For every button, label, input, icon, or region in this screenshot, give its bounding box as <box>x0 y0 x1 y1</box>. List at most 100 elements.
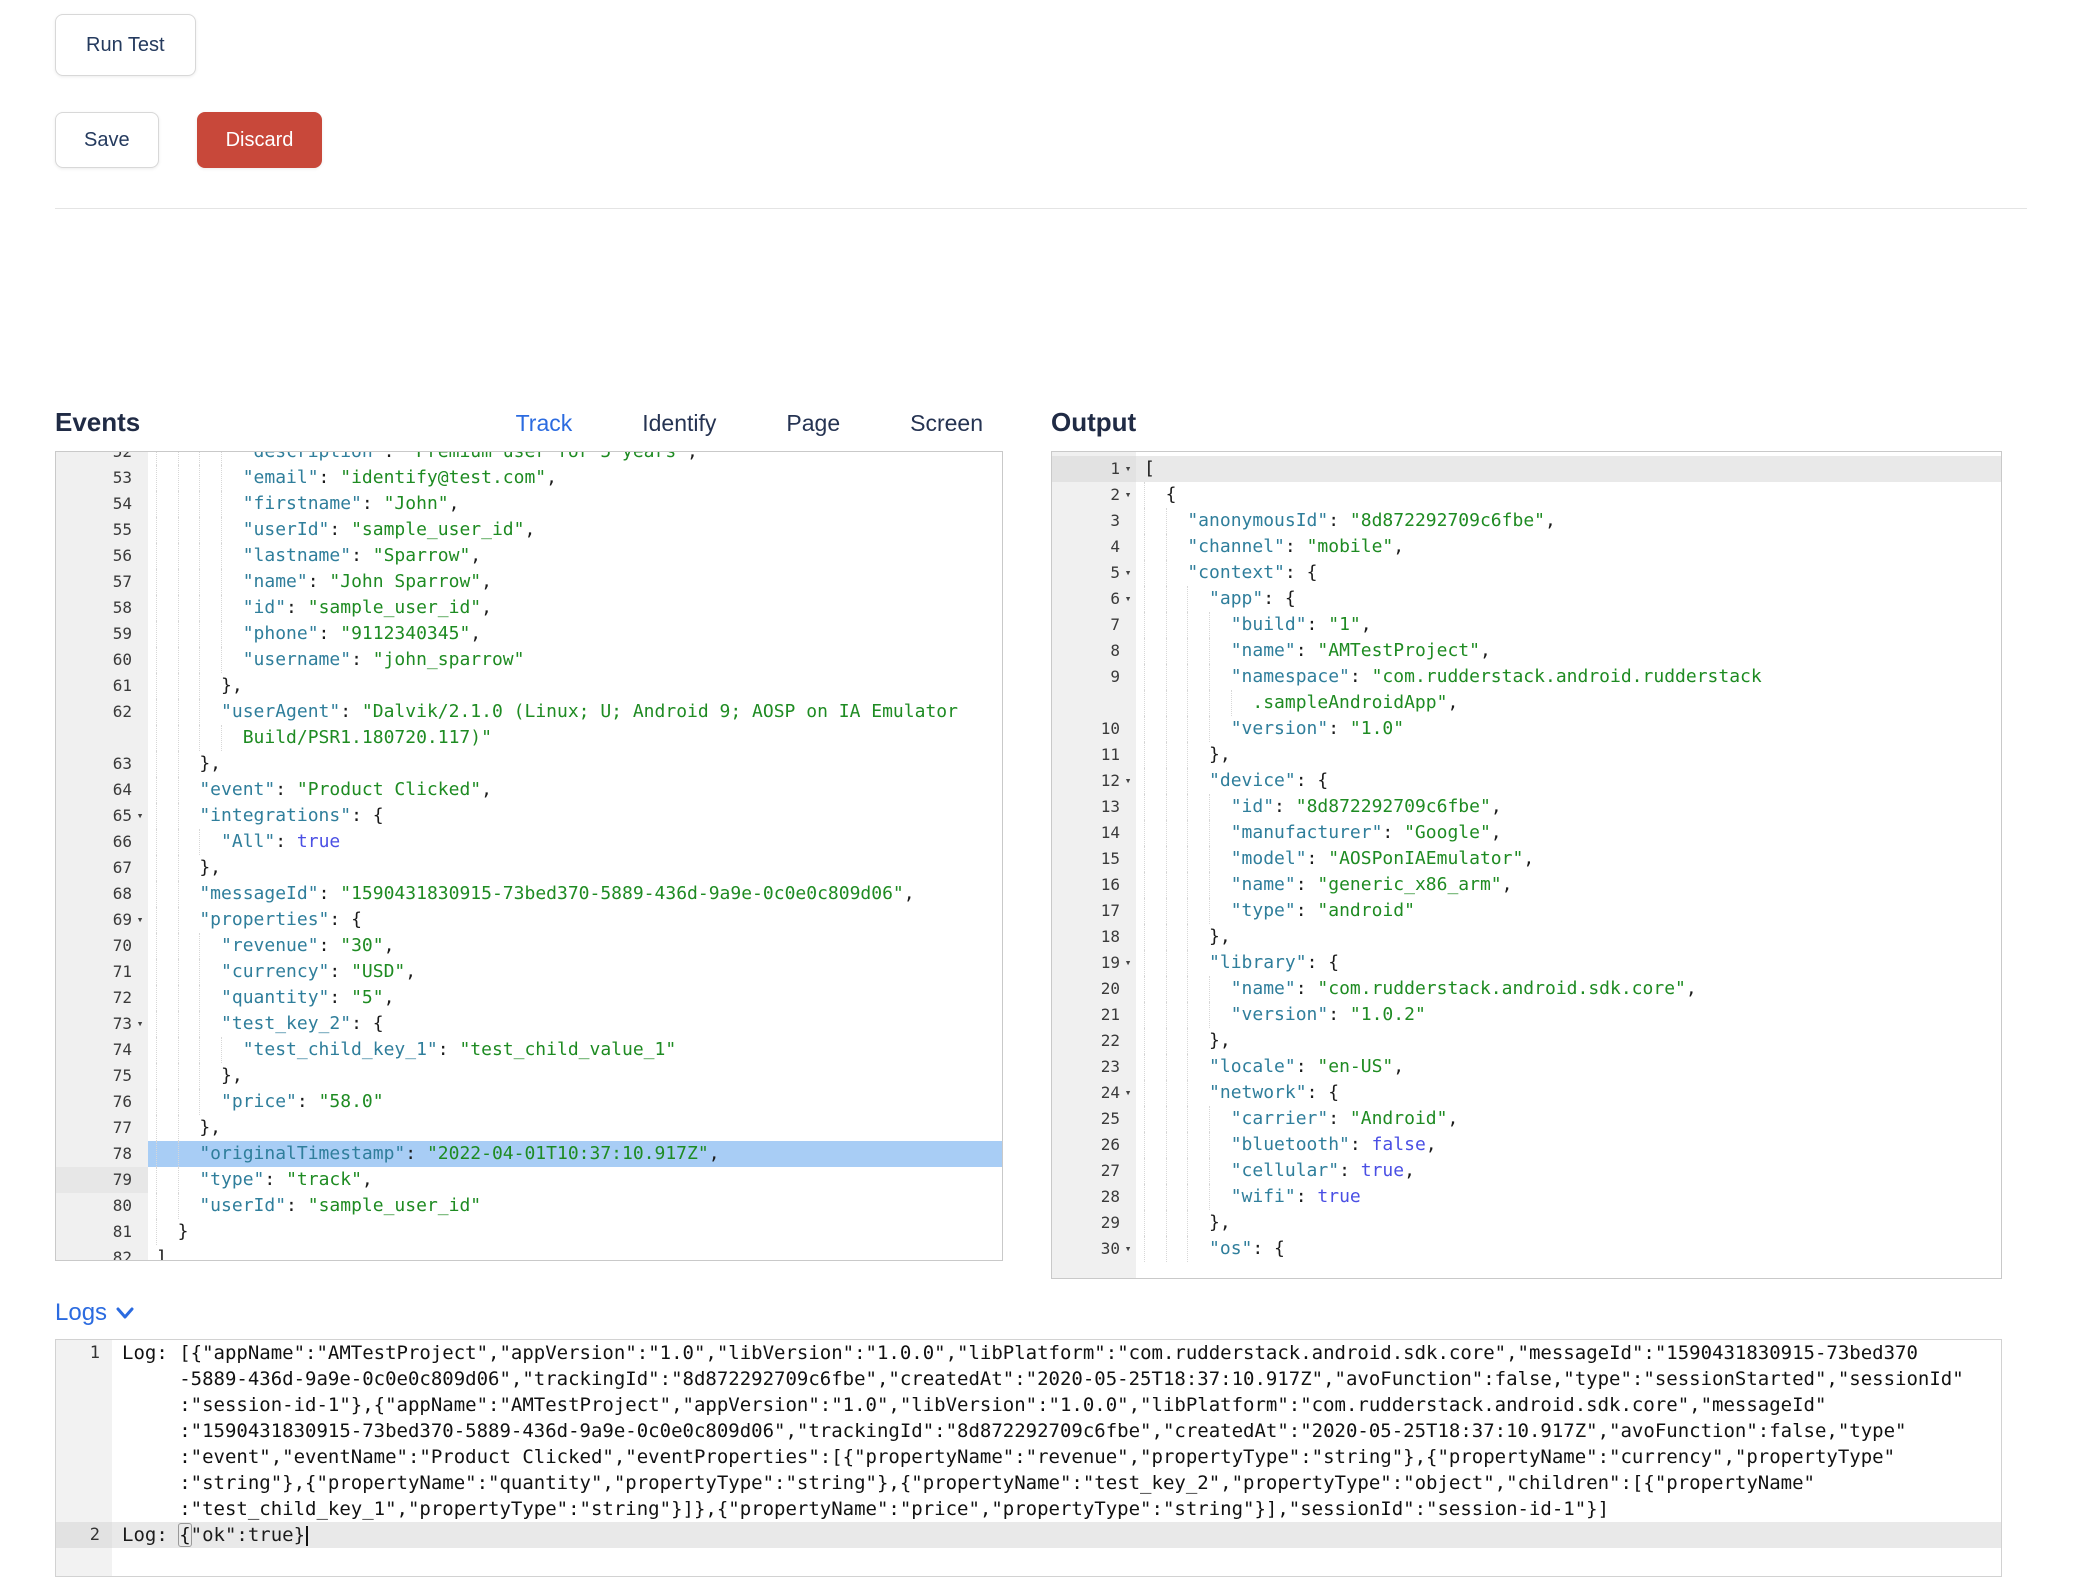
logs-toggle[interactable]: Logs <box>55 1299 135 1327</box>
line-number: 26 <box>1052 1132 1136 1158</box>
indent-guide <box>1166 1158 1188 1184</box>
events-editor[interactable]: 52"description": "Premium user for 5 yea… <box>55 451 1003 1261</box>
run-test-button[interactable]: Run Test <box>55 14 196 76</box>
code-line: "device": { <box>1136 768 2001 794</box>
discard-button[interactable]: Discard <box>197 112 323 168</box>
logs-editor[interactable]: 1Log: [{"appName":"AMTestProject","appVe… <box>55 1339 2002 1577</box>
code-line: "carrier": "Android", <box>1136 1106 2001 1132</box>
fold-arrow-icon[interactable]: ▾ <box>1120 1080 1136 1106</box>
fold-arrow-icon[interactable]: ▾ <box>1120 482 1136 508</box>
line-number: 10 <box>1052 716 1136 742</box>
log-line-number <box>56 1470 112 1496</box>
fold-arrow-icon[interactable]: ▾ <box>1120 768 1136 794</box>
fold-arrow-icon[interactable]: ▾ <box>132 907 148 933</box>
indent-guide <box>1187 612 1209 638</box>
editor-row: 60"username": "john_sparrow" <box>56 647 1002 673</box>
indent-guide <box>199 543 221 569</box>
code-line: "name": "AMTestProject", <box>1136 638 2001 664</box>
log-text: :"test_child_key_1","propertyType":"stri… <box>112 1496 2001 1522</box>
indent-guide <box>1209 1132 1231 1158</box>
log-row: 1Log: [{"appName":"AMTestProject","appVe… <box>56 1340 2001 1366</box>
indent-guide <box>156 1011 178 1037</box>
indent-guide <box>178 595 200 621</box>
fold-arrow-icon[interactable]: ▾ <box>132 803 148 829</box>
fold-arrow-icon[interactable]: ▾ <box>1120 560 1136 586</box>
line-number: 21 <box>1052 1002 1136 1028</box>
indent-guide <box>199 465 221 491</box>
fold-arrow-icon[interactable]: ▾ <box>1120 950 1136 976</box>
line-number: 52 <box>56 451 148 465</box>
line-number: 15 <box>1052 846 1136 872</box>
line-number: 12▾ <box>1052 768 1136 794</box>
fold-arrow-icon[interactable]: ▾ <box>1120 1236 1136 1262</box>
indent-guide <box>178 985 200 1011</box>
indent-guide <box>178 569 200 595</box>
editor-row: 5▾"context": { <box>1052 560 2001 586</box>
tab-page[interactable]: Page <box>786 410 840 437</box>
save-button[interactable]: Save <box>55 112 159 168</box>
indent-guide <box>156 933 178 959</box>
indent-guide <box>1166 1106 1188 1132</box>
code-line: "channel": "mobile", <box>1136 534 2001 560</box>
indent-guide <box>156 451 178 465</box>
indent-guide <box>1209 794 1231 820</box>
code-line: "username": "john_sparrow" <box>148 647 1002 673</box>
indent-guide <box>1144 1132 1166 1158</box>
line-number: 80 <box>56 1193 148 1219</box>
line-number: 54 <box>56 491 148 517</box>
code-line: }, <box>1136 742 2001 768</box>
code-line: "id": "sample_user_id", <box>148 595 1002 621</box>
line-number: 57 <box>56 569 148 595</box>
code-line: "firstname": "John", <box>148 491 1002 517</box>
text-cursor <box>306 1526 308 1546</box>
indent-guide <box>1144 1002 1166 1028</box>
indent-guide <box>1144 1106 1166 1132</box>
editor-row: 61}, <box>56 673 1002 699</box>
line-number: 61 <box>56 673 148 699</box>
fold-arrow-icon[interactable]: ▾ <box>132 1011 148 1037</box>
indent-guide <box>156 1089 178 1115</box>
indent-guide <box>178 725 200 751</box>
indent-guide <box>1166 820 1188 846</box>
log-row: -5889-436d-9a9e-0c0e0c809d06","trackingI… <box>56 1366 2001 1392</box>
line-number: 79 <box>56 1167 148 1193</box>
code-line: "integrations": { <box>148 803 1002 829</box>
indent-guide <box>221 569 243 595</box>
indent-guide <box>1166 1028 1188 1054</box>
code-line: "userId": "sample_user_id", <box>148 517 1002 543</box>
indent-guide <box>1166 872 1188 898</box>
indent-guide <box>1209 898 1231 924</box>
code-line: "id": "8d872292709c6fbe", <box>1136 794 2001 820</box>
code-line: "model": "AOSPonIAEmulator", <box>1136 846 2001 872</box>
tab-identify[interactable]: Identify <box>642 410 716 437</box>
editor-row: 19▾"library": { <box>1052 950 2001 976</box>
chevron-down-icon <box>115 1306 135 1320</box>
editor-row: 14"manufacturer": "Google", <box>1052 820 2001 846</box>
indent-guide <box>156 1167 178 1193</box>
line-number: 30▾ <box>1052 1236 1136 1262</box>
code-line: "name": "John Sparrow", <box>148 569 1002 595</box>
indent-guide <box>178 647 200 673</box>
indent-guide <box>221 647 243 673</box>
editor-row: 26"bluetooth": false, <box>1052 1132 2001 1158</box>
indent-guide <box>1187 924 1209 950</box>
editor-row: 54"firstname": "John", <box>56 491 1002 517</box>
line-number: 28 <box>1052 1184 1136 1210</box>
indent-guide <box>1209 638 1231 664</box>
tab-screen[interactable]: Screen <box>910 410 983 437</box>
divider <box>55 208 2027 209</box>
editor-row: 3"anonymousId": "8d872292709c6fbe", <box>1052 508 2001 534</box>
output-editor[interactable]: 1▾[2▾{3"anonymousId": "8d872292709c6fbe"… <box>1051 451 2002 1279</box>
indent-guide <box>199 647 221 673</box>
indent-guide <box>156 1141 178 1167</box>
indent-guide <box>178 855 200 881</box>
tab-track[interactable]: Track <box>516 410 573 437</box>
fold-arrow-icon[interactable]: ▾ <box>1120 586 1136 612</box>
indent-guide <box>1187 1106 1209 1132</box>
code-line: [ <box>1136 456 2001 482</box>
fold-arrow-icon[interactable]: ▾ <box>1120 456 1136 482</box>
line-number: 71 <box>56 959 148 985</box>
log-text: Log: [{"appName":"AMTestProject","appVer… <box>112 1340 2001 1366</box>
editor-row: 20"name": "com.rudderstack.android.sdk.c… <box>1052 976 2001 1002</box>
indent-guide <box>1187 846 1209 872</box>
